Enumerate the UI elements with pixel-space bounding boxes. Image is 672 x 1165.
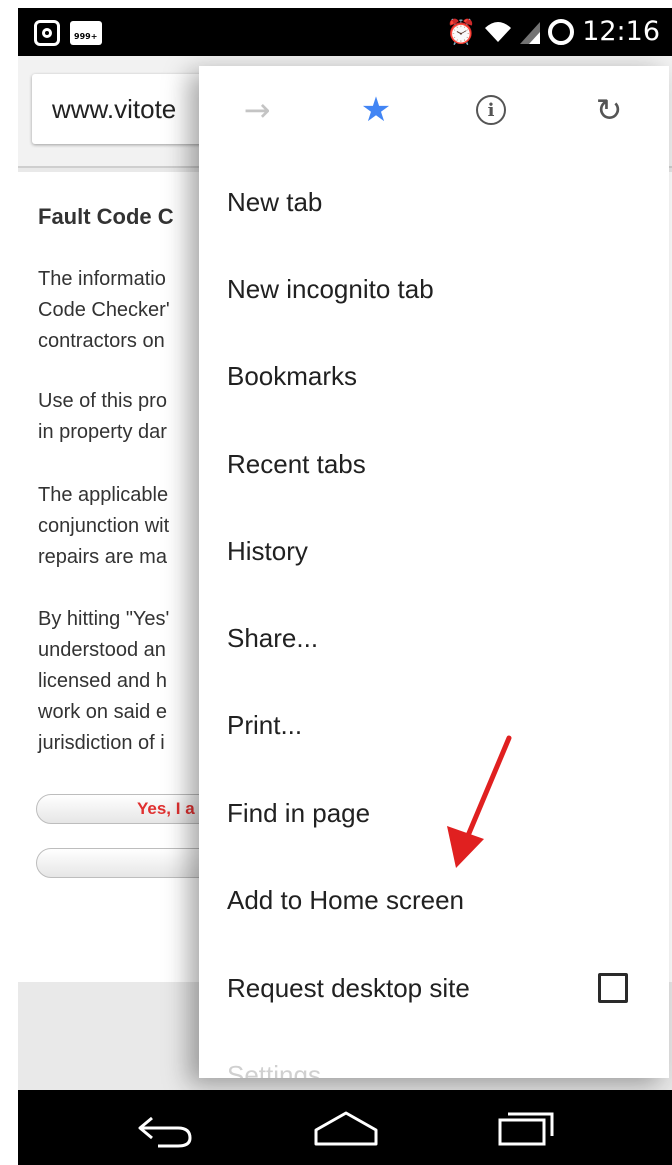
annotation-arrow — [447, 735, 512, 868]
phone-screen: 999+ ⏰ 12:16 www.vitote Fault Code C The… — [18, 8, 672, 1165]
navigation-bar — [18, 1090, 672, 1165]
back-icon[interactable] — [126, 1104, 206, 1152]
recents-icon[interactable] — [486, 1104, 566, 1152]
home-icon[interactable] — [306, 1104, 386, 1152]
